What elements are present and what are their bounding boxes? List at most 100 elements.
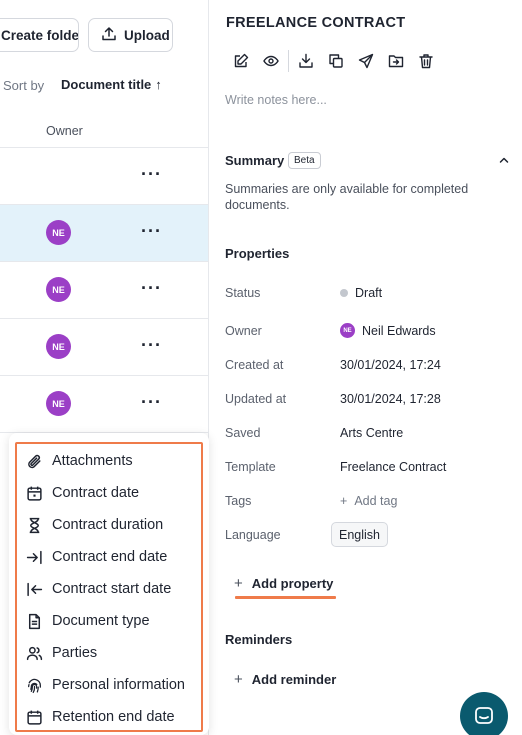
status-dot: [340, 289, 348, 297]
add-reminder-label: Add reminder: [251, 672, 337, 687]
menu-item-contract-date[interactable]: Contract date: [26, 482, 139, 504]
updated-at-value: 30/01/2024, 17:28: [340, 392, 441, 406]
menu-item-contract-start-date[interactable]: Contract start date: [26, 578, 171, 600]
owner-label: Owner: [225, 324, 262, 338]
calendar-icon: [27, 486, 42, 501]
create-folder-label: Create folder: [1, 27, 79, 43]
table-row[interactable]: NE ···: [0, 262, 208, 319]
upload-button[interactable]: Upload: [88, 18, 173, 52]
chat-icon: [475, 707, 493, 724]
table-row[interactable]: ···: [0, 148, 208, 205]
status-label: Status: [225, 286, 261, 300]
table-row[interactable]: NE ···: [0, 376, 208, 433]
notes-field[interactable]: Write notes here...: [225, 93, 327, 107]
fingerprint-icon: [28, 678, 41, 693]
send-icon[interactable]: [351, 50, 381, 72]
menu-item-label: Parties: [52, 645, 98, 661]
duplicate-icon[interactable]: [321, 50, 351, 72]
tags-label: Tags: [225, 494, 252, 508]
sort-label: Sort by: [3, 78, 45, 93]
calendar-icon: [27, 710, 42, 725]
add-tag-button[interactable]: + Add tag: [340, 494, 397, 508]
menu-item-label: Contract duration: [52, 517, 164, 533]
plus-icon: +: [234, 671, 243, 688]
template-label: Template: [225, 460, 276, 474]
menu-item-contract-end-date[interactable]: Contract end date: [26, 546, 167, 568]
sort-arrow-icon: ↑: [155, 77, 162, 92]
menu-item-retention-end-date[interactable]: Retention end date: [26, 706, 175, 728]
add-property-label: Add property: [251, 576, 334, 591]
people-icon: [26, 646, 43, 660]
sort-value: Document title: [61, 77, 152, 92]
template-value[interactable]: Freelance Contract: [340, 460, 446, 474]
menu-item-label: Personal information: [52, 677, 185, 693]
plus-icon: +: [234, 575, 243, 592]
table-row[interactable]: NE ···: [0, 205, 208, 262]
menu-item-label: Contract date: [52, 485, 140, 501]
more-actions-icon[interactable]: ···: [141, 279, 161, 298]
hourglass-icon: [29, 517, 40, 533]
properties-heading: Properties: [225, 246, 290, 261]
menu-item-parties[interactable]: Parties: [26, 642, 97, 664]
status-text: Draft: [355, 286, 383, 300]
menu-item-label: Attachments: [52, 453, 133, 469]
document-details-panel: FREELANCE CONTRACT Write notes here... S…: [209, 0, 522, 735]
avatar: NE: [46, 391, 71, 416]
preview-eye-icon[interactable]: [256, 50, 286, 72]
saved-label: Saved: [225, 426, 261, 440]
sort-dropdown[interactable]: Document title ↑: [61, 77, 162, 92]
document-toolbar: [226, 50, 441, 72]
menu-item-label: Contract start date: [52, 581, 172, 597]
move-to-folder-icon[interactable]: [381, 50, 411, 72]
updated-at-label: Updated at: [225, 392, 287, 406]
owner-column-header[interactable]: Owner: [46, 124, 83, 138]
more-actions-icon[interactable]: ···: [141, 165, 161, 184]
more-actions-icon[interactable]: ···: [141, 393, 161, 412]
menu-item-document-type[interactable]: Document type: [26, 610, 150, 632]
saved-value[interactable]: Arts Centre: [340, 426, 403, 440]
summary-text: Summaries are only available for complet…: [225, 182, 469, 212]
document-title: FREELANCE CONTRACT: [226, 15, 406, 31]
menu-item-label: Contract end date: [52, 549, 168, 565]
more-actions-icon[interactable]: ···: [141, 336, 161, 355]
owner-name: Neil Edwards: [362, 323, 436, 338]
status-value[interactable]: Draft: [340, 286, 382, 300]
more-actions-icon[interactable]: ···: [141, 222, 161, 241]
plus-icon: +: [340, 494, 348, 508]
add-reminder-button[interactable]: + Add reminder: [234, 671, 336, 688]
avatar: NE: [340, 323, 355, 338]
upload-label: Upload: [124, 27, 170, 43]
chat-support-button[interactable]: [460, 692, 508, 735]
menu-item-attachments[interactable]: Attachments: [26, 450, 133, 472]
menu-item-contract-duration[interactable]: Contract duration: [26, 514, 163, 536]
summary-heading: Summary: [225, 153, 285, 168]
arrow-to-end-icon: [26, 550, 42, 564]
add-property-button[interactable]: + Add property: [234, 575, 333, 592]
edit-icon[interactable]: [226, 50, 256, 72]
language-label: Language: [225, 528, 281, 542]
menu-item-label: Retention end date: [52, 709, 175, 725]
arrow-to-start-icon: [27, 582, 43, 596]
avatar: NE: [46, 277, 71, 302]
chevron-up-icon[interactable]: [498, 154, 510, 166]
avatar: NE: [46, 334, 71, 359]
avatar: NE: [46, 220, 71, 245]
paperclip-icon: [28, 454, 41, 468]
menu-item-personal-information[interactable]: Personal information: [26, 674, 185, 696]
created-at-label: Created at: [225, 358, 284, 372]
table-row[interactable]: NE ···: [0, 319, 208, 376]
upload-icon: [101, 26, 117, 45]
language-select[interactable]: English: [331, 522, 388, 547]
menu-item-label: Document type: [52, 613, 150, 629]
add-tag-label: Add tag: [354, 494, 398, 508]
created-at-value: 30/01/2024, 17:24: [340, 358, 441, 372]
document-icon: [28, 613, 41, 629]
create-folder-button[interactable]: Create folder: [0, 18, 79, 52]
owner-value[interactable]: NE Neil Edwards: [340, 323, 436, 338]
add-property-active-underline: [235, 596, 336, 599]
beta-badge: Beta: [288, 152, 321, 169]
download-icon[interactable]: [291, 50, 321, 72]
toolbar-divider: [288, 50, 289, 72]
trash-icon[interactable]: [411, 50, 441, 72]
reminders-heading: Reminders: [225, 632, 293, 647]
